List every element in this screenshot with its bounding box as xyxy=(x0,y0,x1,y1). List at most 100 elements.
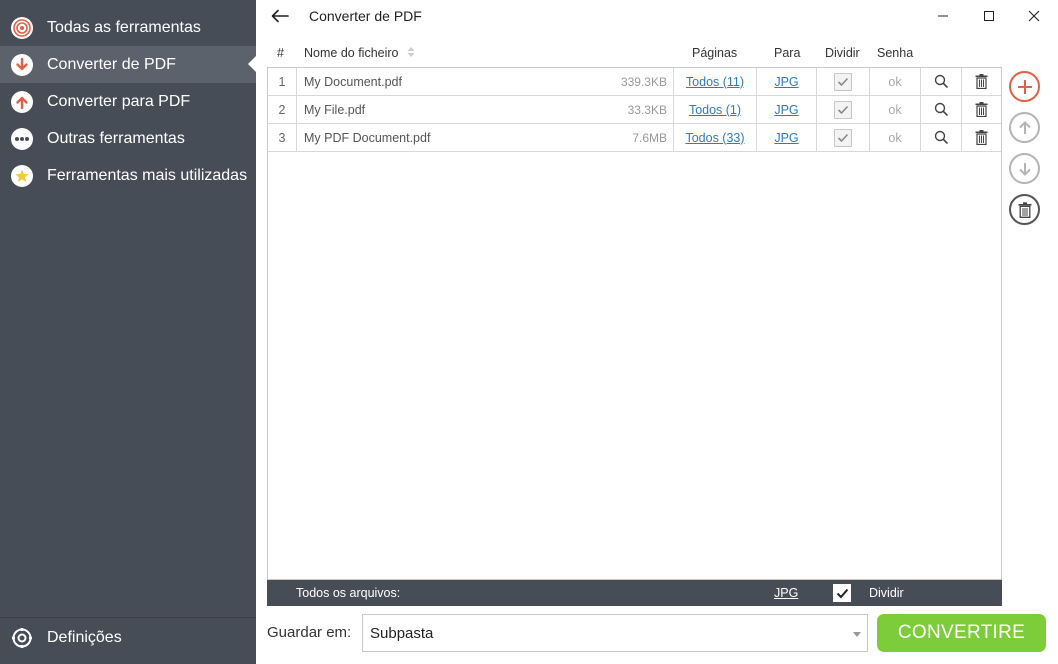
sidebar-item-all-tools[interactable]: Todas as ferramentas xyxy=(0,9,256,46)
split-cell xyxy=(817,96,870,123)
save-location-label: Guardar em: xyxy=(267,624,352,641)
format-link[interactable]: JPG xyxy=(757,68,817,95)
chevron-down-icon xyxy=(853,632,861,637)
close-icon xyxy=(1028,10,1040,22)
password-status[interactable]: ok xyxy=(870,96,921,123)
arrow-down-icon xyxy=(1018,162,1031,176)
table-body: 1 My Document.pdf 339.3KB Todos (11) JPG… xyxy=(267,67,1002,580)
sidebar-item-label: Outras ferramentas xyxy=(47,129,185,147)
minimize-icon xyxy=(938,15,948,17)
all-files-label: Todos os arquivos: xyxy=(296,586,401,600)
save-location-select[interactable]: Subpasta xyxy=(362,614,868,652)
header-filename[interactable]: Nome do ficheiro xyxy=(304,46,416,60)
trash-icon xyxy=(975,130,988,145)
file-name: My PDF Document.pdf xyxy=(304,130,431,145)
table-header: # Nome do ficheiro Páginas Para Dividir … xyxy=(267,38,1002,67)
page-title: Converter de PDF xyxy=(309,8,422,24)
sidebar-item-convert-from-pdf[interactable]: Converter de PDF xyxy=(0,46,256,83)
trash-icon xyxy=(1018,201,1031,218)
star-icon xyxy=(11,164,33,187)
preview-button[interactable] xyxy=(921,68,962,95)
table-row[interactable]: 2 My File.pdf 33.3KB Todos (1) JPG ok xyxy=(268,96,1001,124)
header-filename-label: Nome do ficheiro xyxy=(304,46,399,60)
preview-button[interactable] xyxy=(921,96,962,123)
back-button[interactable] xyxy=(268,4,292,28)
arrow-up-icon xyxy=(1018,120,1031,134)
split-checkbox[interactable] xyxy=(834,128,852,147)
row-number: 1 xyxy=(268,68,297,95)
sidebar-item-label: Todas as ferramentas xyxy=(47,18,201,36)
file-name-cell: My File.pdf 33.3KB xyxy=(297,96,674,123)
check-icon xyxy=(837,133,849,142)
maximize-icon xyxy=(984,11,994,21)
sidebar-item-label: Ferramentas mais utilizadas xyxy=(47,166,248,184)
format-link[interactable]: JPG xyxy=(757,124,817,151)
file-name: My Document.pdf xyxy=(304,74,402,89)
maximize-button[interactable] xyxy=(974,2,1004,30)
settings-button[interactable]: Definições xyxy=(0,617,256,657)
sort-icon xyxy=(407,47,415,57)
delete-row-button[interactable] xyxy=(962,68,1001,95)
arrow-down-icon xyxy=(11,53,33,76)
gear-icon xyxy=(11,627,33,649)
split-cell xyxy=(817,68,870,95)
plus-icon xyxy=(1017,79,1032,94)
preview-button[interactable] xyxy=(921,124,962,151)
split-checkbox[interactable] xyxy=(834,72,852,91)
pages-link[interactable]: Todos (11) xyxy=(674,68,757,95)
trash-icon xyxy=(975,74,988,89)
delete-all-button[interactable] xyxy=(1009,194,1040,225)
save-location-value: Subpasta xyxy=(370,625,434,642)
header-pages: Páginas xyxy=(692,46,738,60)
file-size: 339.3KB xyxy=(620,74,667,89)
header-num: # xyxy=(277,46,284,60)
sidebar-item-most-used[interactable]: Ferramentas mais utilizadas xyxy=(0,157,256,194)
table-row[interactable]: 1 My Document.pdf 339.3KB Todos (11) JPG… xyxy=(268,68,1001,96)
move-up-button[interactable] xyxy=(1009,112,1040,143)
header-password: Senha xyxy=(877,46,914,60)
check-icon xyxy=(837,77,849,86)
pages-link[interactable]: Todos (33) xyxy=(674,124,757,151)
file-name-cell: My Document.pdf 339.3KB xyxy=(297,68,674,95)
row-number: 3 xyxy=(268,124,297,151)
add-file-button[interactable] xyxy=(1009,71,1040,102)
delete-row-button[interactable] xyxy=(962,124,1001,151)
all-files-bar: Todos os arquivos: JPG Dividir xyxy=(267,580,1002,606)
table-row[interactable]: 3 My PDF Document.pdf 7.6MB Todos (33) J… xyxy=(268,124,1001,152)
file-table: # Nome do ficheiro Páginas Para Dividir … xyxy=(267,38,1002,606)
sidebar: Todas as ferramentas Converter de PDF Co… xyxy=(0,0,256,664)
file-name: My File.pdf xyxy=(304,102,366,117)
row-number: 2 xyxy=(268,96,297,123)
all-files-split-checkbox[interactable] xyxy=(833,584,851,602)
password-status[interactable]: ok xyxy=(870,124,921,151)
check-icon xyxy=(836,588,848,598)
more-icon xyxy=(11,127,33,150)
search-icon xyxy=(934,74,948,89)
search-icon xyxy=(934,130,948,145)
move-down-button[interactable] xyxy=(1009,153,1040,184)
search-icon xyxy=(934,102,948,117)
close-button[interactable] xyxy=(1019,2,1049,30)
all-files-format-link[interactable]: JPG xyxy=(774,586,798,600)
password-status[interactable]: ok xyxy=(870,68,921,95)
file-size: 7.6MB xyxy=(632,130,667,145)
file-size: 33.3KB xyxy=(627,102,667,117)
settings-label: Definições xyxy=(47,628,122,646)
format-link[interactable]: JPG xyxy=(757,96,817,123)
sidebar-item-other-tools[interactable]: Outras ferramentas xyxy=(0,120,256,157)
title-bar: Converter de PDF xyxy=(256,0,1058,32)
sidebar-item-label: Converter de PDF xyxy=(47,55,176,73)
all-files-split-label: Dividir xyxy=(869,586,904,600)
split-cell xyxy=(817,124,870,151)
sidebar-item-convert-to-pdf[interactable]: Converter para PDF xyxy=(0,83,256,120)
delete-row-button[interactable] xyxy=(962,96,1001,123)
arrow-left-icon xyxy=(271,9,289,23)
header-split: Dividir xyxy=(825,46,860,60)
check-icon xyxy=(837,105,849,114)
trash-icon xyxy=(975,102,988,117)
split-checkbox[interactable] xyxy=(834,100,852,119)
minimize-button[interactable] xyxy=(928,2,958,30)
convert-button[interactable]: CONVERTIRE xyxy=(877,614,1046,652)
pages-link[interactable]: Todos (1) xyxy=(674,96,757,123)
header-to: Para xyxy=(774,46,801,60)
